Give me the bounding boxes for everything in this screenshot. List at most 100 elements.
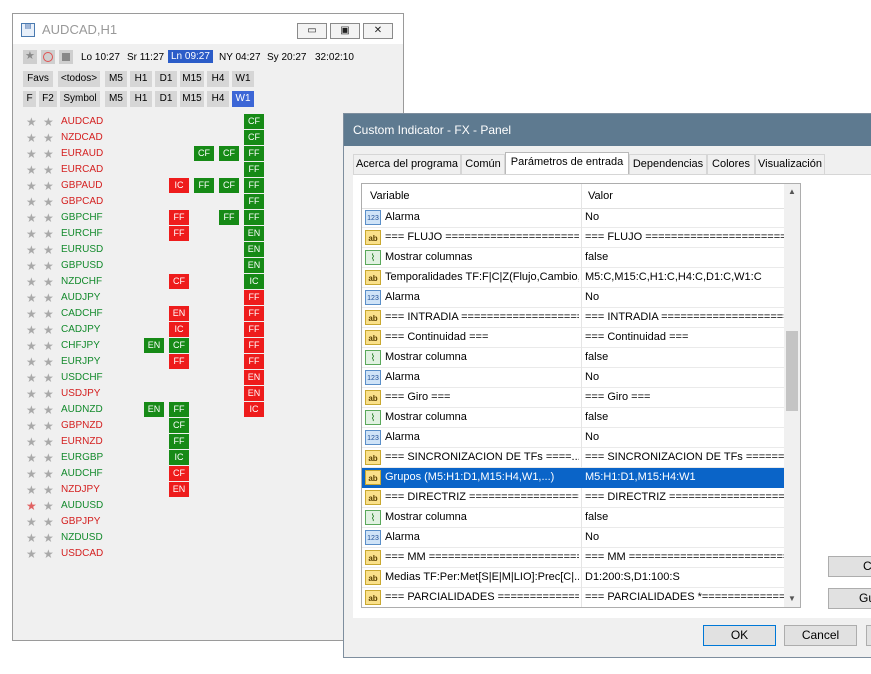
pair-symbol[interactable]: GBPNZD xyxy=(61,418,103,434)
favorite-star-icon[interactable]: ★ xyxy=(26,162,37,178)
ok-button[interactable]: OK xyxy=(703,625,776,646)
tab-common[interactable]: Común xyxy=(461,154,505,174)
parameter-row[interactable]: ⌇ Mostrar columnas false xyxy=(362,248,800,268)
favorite-star-icon[interactable]: ★ xyxy=(26,194,37,210)
favorite-star-icon[interactable]: ★ xyxy=(26,514,37,530)
parameter-row[interactable]: 123 Alarma No xyxy=(362,288,800,308)
parameter-row[interactable]: ab === PARCIALIDADES ============= === PAR… xyxy=(362,588,800,607)
pair-row[interactable]: ★ ★ EURNZD FF xyxy=(25,434,285,450)
pair-symbol[interactable]: GBPAUD xyxy=(61,178,103,194)
parameter-value[interactable]: No xyxy=(585,288,797,307)
pair-symbol[interactable]: AUDCHF xyxy=(61,466,103,482)
pair-symbol[interactable]: NZDUSD xyxy=(61,530,103,546)
pair-row[interactable]: ★ ★ AUDCHF CF xyxy=(25,466,285,482)
pair-symbol[interactable]: AUDJPY xyxy=(61,290,100,306)
parameter-row[interactable]: ab === FLUJO ======================== === … xyxy=(362,228,800,248)
secondary-star-icon[interactable]: ★ xyxy=(43,274,54,290)
pair-symbol[interactable]: EURGBP xyxy=(61,450,103,466)
variable-column-header[interactable]: Variable xyxy=(370,190,410,202)
favorite-star-icon[interactable]: ★ xyxy=(26,546,37,562)
col-m5-button[interactable]: M5 xyxy=(105,91,127,107)
parameter-row[interactable]: 123 Alarma No xyxy=(362,428,800,448)
column-divider[interactable] xyxy=(581,184,582,208)
pair-symbol[interactable]: EURUSD xyxy=(61,242,103,258)
secondary-star-icon[interactable]: ★ xyxy=(43,450,54,466)
parameter-row[interactable]: 123 Alarma No xyxy=(362,528,800,548)
favorite-star-icon[interactable]: ★ xyxy=(26,482,37,498)
secondary-star-icon[interactable]: ★ xyxy=(43,258,54,274)
favorite-star-icon[interactable]: ★ xyxy=(26,466,37,482)
tab-colors[interactable]: Colores xyxy=(707,154,755,174)
col-h4-button[interactable]: H4 xyxy=(207,91,229,107)
tab-visualization[interactable]: Visualización xyxy=(755,154,825,174)
pair-row[interactable]: ★ ★ AUDNZD EN FF IC xyxy=(25,402,285,418)
favorite-star-icon[interactable]: ★ xyxy=(26,258,37,274)
pair-row[interactable]: ★ ★ GBPAUD IC FF CF FF xyxy=(25,178,285,194)
parameter-value[interactable]: M5:C,M15:C,H1:C,H4:C,D1:C,W1:C xyxy=(585,268,797,287)
pair-symbol[interactable]: CADJPY xyxy=(61,322,100,338)
favorite-star-icon[interactable]: ★ xyxy=(26,450,37,466)
parameter-row[interactable]: ab Grupos (M5:H1:D1,M15:H4,W1,...) M5:H1:D… xyxy=(362,468,800,488)
parameter-value[interactable]: === Giro === xyxy=(585,388,797,407)
favorite-star-icon[interactable]: ★ xyxy=(26,226,37,242)
square-toggle-icon[interactable] xyxy=(59,50,73,64)
fx-panel-titlebar[interactable]: ▤ AUDCAD,H1 ▭ ▣ ✕ xyxy=(13,14,403,44)
favorite-star-icon[interactable]: ★ xyxy=(26,242,37,258)
parameter-value[interactable]: false xyxy=(585,508,797,527)
pair-row[interactable]: ★ ★ EURGBP IC xyxy=(25,450,285,466)
dialog-titlebar[interactable]: Custom Indicator - FX - Panel xyxy=(344,114,871,146)
minimize-button[interactable]: ▭ xyxy=(297,23,327,39)
sort-f2-button[interactable]: F2 xyxy=(39,91,57,107)
scroll-up-icon[interactable]: ▲ xyxy=(784,184,800,200)
sort-f-button[interactable]: F xyxy=(23,91,36,107)
pair-row[interactable]: ★ ★ CADCHF EN FF xyxy=(25,306,285,322)
pair-symbol[interactable]: AUDUSD xyxy=(61,498,103,514)
parameter-value[interactable]: No xyxy=(585,368,797,387)
secondary-star-icon[interactable]: ★ xyxy=(43,194,54,210)
favorite-star-icon[interactable]: ★ xyxy=(26,354,37,370)
pair-row[interactable]: ★ ★ USDCAD xyxy=(25,546,285,562)
secondary-star-icon[interactable]: ★ xyxy=(43,242,54,258)
secondary-star-icon[interactable]: ★ xyxy=(43,514,54,530)
pair-row[interactable]: ★ ★ EURCHF FF EN xyxy=(25,226,285,242)
pair-row[interactable]: ★ ★ GBPUSD EN xyxy=(25,258,285,274)
pair-symbol[interactable]: USDJPY xyxy=(61,386,100,402)
pair-symbol[interactable]: GBPCAD xyxy=(61,194,103,210)
pair-symbol[interactable]: EURCAD xyxy=(61,162,103,178)
grid-scrollbar[interactable]: ▲ ▼ xyxy=(784,184,800,607)
parameter-value[interactable]: === PARCIALIDADES *================= xyxy=(585,588,797,607)
secondary-star-icon[interactable]: ★ xyxy=(43,226,54,242)
parameter-value[interactable]: === FLUJO ============================ xyxy=(585,228,797,247)
parameter-value[interactable]: M5:H1:D1,M15:H4:W1 xyxy=(585,468,797,487)
parameter-value[interactable]: No xyxy=(585,528,797,547)
secondary-star-icon[interactable]: ★ xyxy=(43,178,54,194)
secondary-star-icon[interactable]: ★ xyxy=(43,306,54,322)
secondary-star-icon[interactable]: ★ xyxy=(43,466,54,482)
scroll-down-icon[interactable]: ▼ xyxy=(784,591,800,607)
col-h1-button[interactable]: H1 xyxy=(130,91,152,107)
parameter-row[interactable]: ab === Giro === === Giro === xyxy=(362,388,800,408)
pair-row[interactable]: ★ ★ EURCAD FF xyxy=(25,162,285,178)
pair-symbol[interactable]: USDCAD xyxy=(61,546,103,562)
pair-symbol[interactable]: CHFJPY xyxy=(61,338,100,354)
pair-row[interactable]: ★ ★ EURAUD CF CF FF xyxy=(25,146,285,162)
favs-button[interactable]: Favs xyxy=(23,71,53,87)
parameter-value[interactable]: D1:200:S,D1:100:S xyxy=(585,568,797,587)
parameter-value[interactable]: === SINCRONIZACION DE TFs ========... xyxy=(585,448,797,467)
pair-row[interactable]: ★ ★ NZDJPY EN xyxy=(25,482,285,498)
cancel-button[interactable]: Cancel xyxy=(784,625,857,646)
col-d1-button[interactable]: D1 xyxy=(155,91,177,107)
parameter-value[interactable]: false xyxy=(585,248,797,267)
pair-symbol[interactable]: CADCHF xyxy=(61,306,103,322)
reset-button[interactable] xyxy=(866,625,871,646)
favorite-star-icon[interactable]: ★ xyxy=(26,370,37,386)
col-w1-button[interactable]: W1 xyxy=(232,91,254,107)
pair-symbol[interactable]: EURNZD xyxy=(61,434,103,450)
parameter-row[interactable]: ab === Continuidad === === Continuidad === xyxy=(362,328,800,348)
pair-row[interactable]: ★ ★ GBPCHF FF FF FF xyxy=(25,210,285,226)
secondary-star-icon[interactable]: ★ xyxy=(43,162,54,178)
favorite-star-icon[interactable]: ★ xyxy=(26,498,37,514)
parameter-row[interactable]: ⌇ Mostrar columna false xyxy=(362,508,800,528)
pair-row[interactable]: ★ ★ EURJPY FF FF xyxy=(25,354,285,370)
pair-symbol[interactable]: GBPJPY xyxy=(61,514,100,530)
